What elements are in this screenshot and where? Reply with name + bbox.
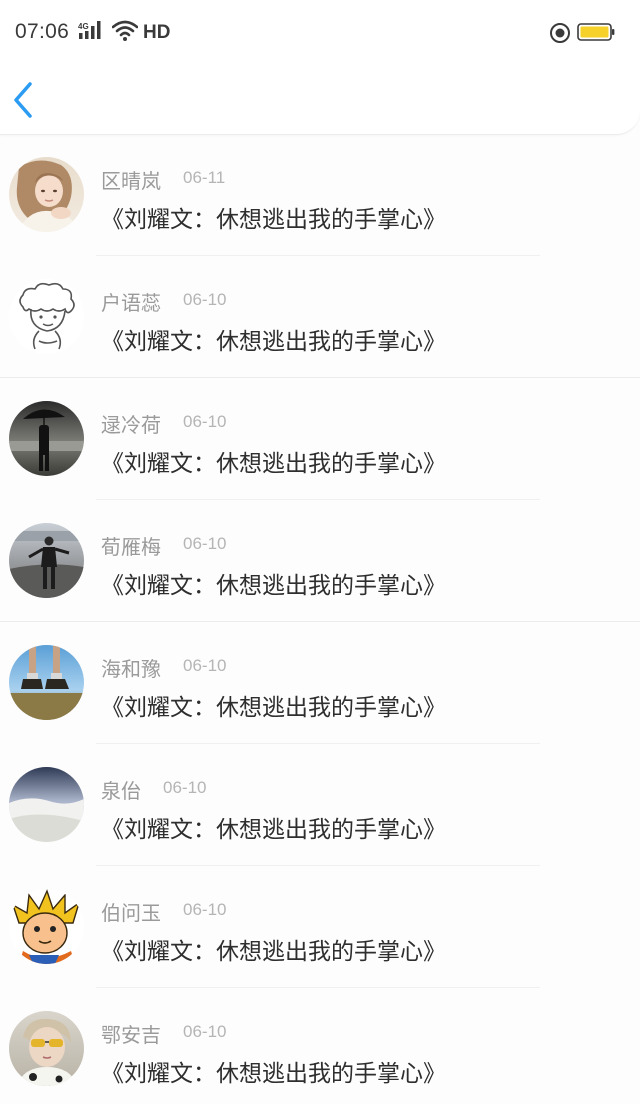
comment-date: 06-10	[183, 1022, 227, 1041]
network-label: 4G	[78, 22, 89, 31]
commenter-name[interactable]: 鄂安吉	[101, 1019, 161, 1048]
comment-date: 06-10	[183, 534, 227, 553]
book-title-link[interactable]: 《刘耀文：休想逃出我的手掌心》	[101, 810, 446, 844]
comment-row[interactable]: 逯冷荷 06-10 《刘耀文：休想逃出我的手掌心》	[0, 378, 640, 500]
avatar[interactable]	[9, 889, 84, 964]
comment-row[interactable]: 海和豫 06-10 《刘耀文：休想逃出我的手掌心》	[0, 622, 640, 744]
comment-date: 06-10	[183, 412, 227, 431]
battery-icon	[577, 23, 615, 41]
avatar[interactable]	[9, 157, 84, 232]
comment-list: 区晴岚 06-11 《刘耀文：休想逃出我的手掌心》 户语蕊 06-10 《刘耀文：休想逃…	[0, 134, 640, 1104]
book-title-link[interactable]: 《刘耀文：休想逃出我的手掌心》	[101, 688, 446, 722]
avatar[interactable]	[9, 279, 84, 354]
comment-row[interactable]: 户语蕊 06-10 《刘耀文：休想逃出我的手掌心》	[0, 256, 640, 378]
comment-date: 06-10	[183, 656, 227, 675]
signal-icon: 4G	[78, 21, 101, 39]
comment-date: 06-11	[183, 168, 226, 187]
comment-date: 06-10	[163, 778, 207, 797]
book-title-link[interactable]: 《刘耀文：休想逃出我的手掌心》	[101, 566, 446, 600]
comment-row[interactable]: 伯问玉 06-10 《刘耀文：休想逃出我的手掌心》	[0, 866, 640, 988]
avatar[interactable]	[9, 401, 84, 476]
comment-row[interactable]: 区晴岚 06-11 《刘耀文：休想逃出我的手掌心》	[0, 134, 640, 256]
avatar[interactable]	[9, 523, 84, 598]
avatar[interactable]	[9, 767, 84, 842]
book-title-link[interactable]: 《刘耀文：休想逃出我的手掌心》	[101, 322, 446, 356]
commenter-name[interactable]: 区晴岚	[101, 165, 161, 194]
screen: 07:06 4G HD 区晴岚 06-11 《刘耀文：休想逃出我的手掌心》 户语…	[0, 0, 640, 1104]
comment-date: 06-10	[183, 290, 227, 309]
status-dnd-icon	[550, 23, 570, 43]
book-title-link[interactable]: 《刘耀文：休想逃出我的手掌心》	[101, 932, 446, 966]
wifi-icon	[112, 20, 138, 41]
avatar[interactable]	[9, 645, 84, 720]
commenter-name[interactable]: 泉佁	[101, 775, 141, 804]
book-title-link[interactable]: 《刘耀文：休想逃出我的手掌心》	[101, 200, 446, 234]
commenter-name[interactable]: 伯问玉	[101, 897, 161, 926]
back-button[interactable]	[6, 78, 42, 122]
status-time: 07:06	[15, 20, 70, 43]
avatar[interactable]	[9, 1011, 84, 1086]
book-title-link[interactable]: 《刘耀文：休想逃出我的手掌心》	[101, 444, 446, 478]
status-bar: 07:06 4G HD	[0, 0, 640, 66]
book-title-link[interactable]: 《刘耀文：休想逃出我的手掌心》	[101, 1054, 446, 1088]
chevron-left-icon	[14, 82, 32, 118]
top-bar: 07:06 4G HD	[0, 0, 640, 135]
commenter-name[interactable]: 海和豫	[101, 653, 161, 682]
commenter-name[interactable]: 户语蕊	[101, 287, 161, 316]
commenter-name[interactable]: 荀雁梅	[101, 531, 161, 560]
comment-row[interactable]: 泉佁 06-10 《刘耀文：休想逃出我的手掌心》	[0, 744, 640, 866]
commenter-name[interactable]: 逯冷荷	[101, 409, 161, 438]
comment-date: 06-10	[183, 900, 227, 919]
comment-row[interactable]: 荀雁梅 06-10 《刘耀文：休想逃出我的手掌心》	[0, 500, 640, 622]
status-hd-label: HD	[143, 22, 171, 43]
comment-row[interactable]: 鄂安吉 06-10 《刘耀文：休想逃出我的手掌心》	[0, 988, 640, 1104]
